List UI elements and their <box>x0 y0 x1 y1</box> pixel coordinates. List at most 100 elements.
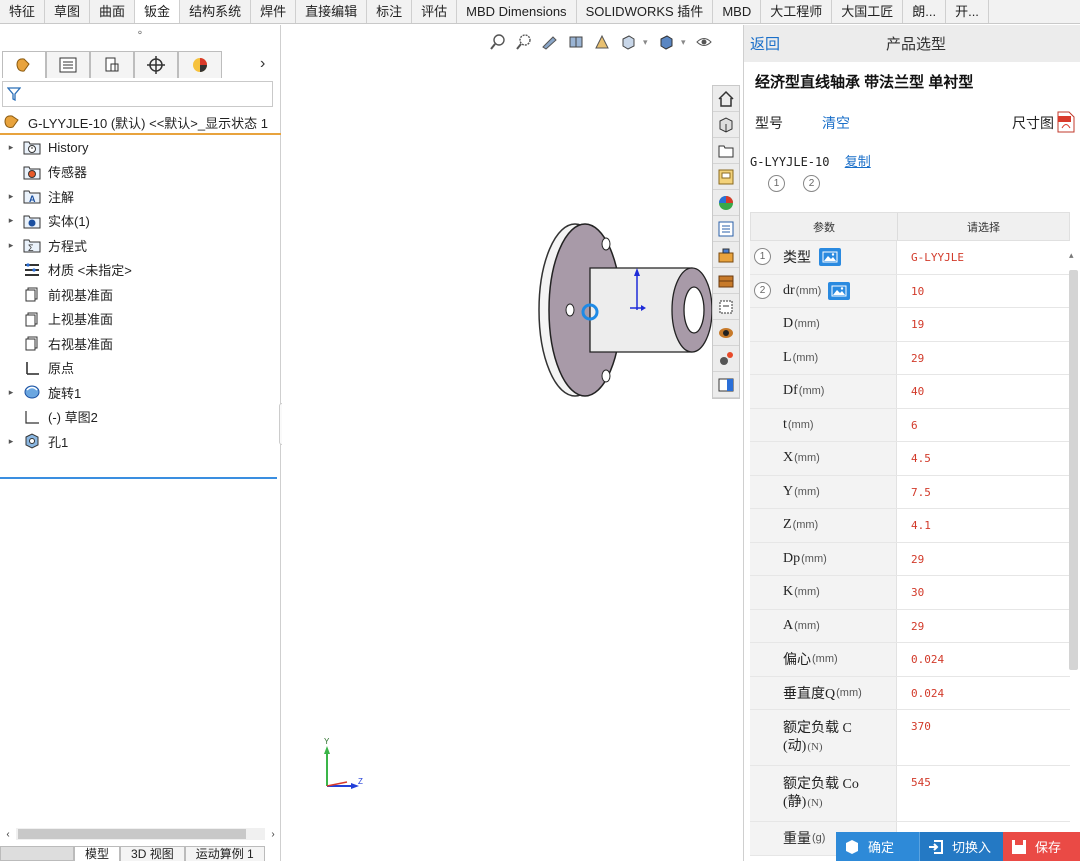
tab-5[interactable]: 焊件 <box>251 0 297 23</box>
previous-view-icon[interactable] <box>539 32 561 52</box>
step-indicator[interactable]: 1 <box>768 175 785 192</box>
tree-item[interactable]: ▸ History <box>0 135 281 160</box>
param-value[interactable]: 4.1 <box>897 509 1070 542</box>
parameter-row[interactable]: 2 dr (mm) 10 <box>750 274 1070 308</box>
feature-manager-tab[interactable] <box>2 51 46 78</box>
scroll-thumb[interactable] <box>18 829 246 839</box>
tab-scroll-nav[interactable] <box>0 846 74 861</box>
tab-14[interactable]: 朗... <box>903 0 947 23</box>
param-value[interactable]: 0.024 <box>897 643 1070 676</box>
tree-item[interactable]: 材质 <未指定> <box>0 258 281 283</box>
image-icon[interactable] <box>828 281 851 300</box>
tree-item[interactable]: ▸ 孔1 <box>0 429 281 454</box>
param-value[interactable]: 545 <box>897 766 1070 821</box>
parameter-row[interactable]: Dp (mm) 29 <box>750 542 1070 576</box>
parameter-row[interactable]: Y (mm) 7.5 <box>750 475 1070 509</box>
scroll-left-icon[interactable]: ‹ <box>0 829 16 840</box>
tab-7[interactable]: 标注 <box>367 0 413 23</box>
eye-icon[interactable] <box>713 320 739 346</box>
custom-properties-icon[interactable] <box>713 216 739 242</box>
chevron-right-icon[interactable]: › <box>260 55 265 73</box>
param-value[interactable]: 370 <box>897 710 1070 765</box>
parameter-row[interactable]: 1 类型 G-LYYJLE <box>750 241 1070 275</box>
parameter-row[interactable]: X (mm) 4.5 <box>750 442 1070 476</box>
home-icon[interactable] <box>713 86 739 112</box>
dynamic-annotation-icon[interactable] <box>591 32 613 52</box>
expand-arrow-icon[interactable]: ▸ <box>0 387 22 398</box>
clear-link[interactable]: 清空 <box>822 113 850 133</box>
expand-arrow-icon[interactable]: ▸ <box>0 215 22 226</box>
tab-4[interactable]: 结构系统 <box>180 0 252 23</box>
zoom-area-icon[interactable] <box>513 32 535 52</box>
folder-icon[interactable] <box>713 138 739 164</box>
parameter-row[interactable]: t (mm) 6 <box>750 408 1070 442</box>
expand-arrow-icon[interactable]: ▸ <box>0 142 22 153</box>
expand-arrow-icon[interactable]: ▸ <box>0 436 22 447</box>
param-value[interactable]: 30 <box>897 576 1070 609</box>
tree-item[interactable]: ▸ 实体(1) <box>0 209 281 234</box>
vertical-scrollbar[interactable]: ▴ <box>1069 250 1079 850</box>
param-value[interactable]: 40 <box>897 375 1070 408</box>
save-button[interactable]: 保存 <box>1003 832 1080 861</box>
plugin-gear-icon[interactable] <box>713 346 739 372</box>
chevron-down-icon[interactable]: ▾ <box>681 37 689 48</box>
param-value[interactable]: 19 <box>897 308 1070 341</box>
param-value[interactable]: 29 <box>897 610 1070 643</box>
dimxpert-manager-tab[interactable] <box>134 51 178 78</box>
toolbox-icon[interactable] <box>713 242 739 268</box>
horizontal-scrollbar[interactable]: ‹ › <box>0 825 281 843</box>
scroll-up-icon[interactable]: ▴ <box>1069 250 1074 261</box>
property-manager-tab[interactable] <box>46 51 90 78</box>
graphics-area[interactable]: ▾ ▾ Y Z <box>282 25 742 861</box>
tree-item[interactable]: ▸ A 注解 <box>0 184 281 209</box>
tree-item[interactable]: 前视基准面 <box>0 282 281 307</box>
copy-link[interactable]: 复制 <box>845 154 871 169</box>
parameter-row[interactable]: L (mm) 29 <box>750 341 1070 375</box>
library-drawer-icon[interactable] <box>713 268 739 294</box>
flange-bushing-model[interactable] <box>532 220 712 400</box>
rollback-bar[interactable] <box>0 477 277 479</box>
appearances-icon[interactable] <box>713 190 739 216</box>
param-value[interactable]: 29 <box>897 342 1070 375</box>
tree-item[interactable]: 右视基准面 <box>0 331 281 356</box>
bottom-tab-2[interactable]: 运动算例 1 <box>184 846 265 861</box>
view-orientation-icon[interactable] <box>617 32 639 52</box>
parameter-row[interactable]: Z (mm) 4.1 <box>750 509 1070 543</box>
tree-item[interactable]: 原点 <box>0 356 281 381</box>
tab-1[interactable]: 草图 <box>45 0 91 23</box>
resources-cube-icon[interactable] <box>713 112 739 138</box>
tab-0[interactable]: 特征 <box>0 0 46 23</box>
zoom-to-fit-icon[interactable] <box>487 32 509 52</box>
param-value[interactable]: G-LYYJLE <box>897 241 1070 274</box>
tab-8[interactable]: 评估 <box>412 0 458 23</box>
tab-10[interactable]: SOLIDWORKS 插件 <box>577 0 714 23</box>
tree-item[interactable]: (-) 草图2 <box>0 405 281 430</box>
pdf-icon[interactable] <box>1056 111 1076 136</box>
param-value[interactable]: 4.5 <box>897 442 1070 475</box>
part-root-node[interactable]: G-LYYJLE-10 (默认) <<默认>_显示状态 1 <box>0 111 281 135</box>
panel-toggle-icon[interactable] <box>713 372 739 398</box>
param-value[interactable]: 29 <box>897 543 1070 576</box>
hide-show-icon[interactable] <box>693 32 715 52</box>
bottom-tab-1[interactable]: 3D 视图 <box>120 846 185 861</box>
view-palette-icon[interactable] <box>713 164 739 190</box>
param-value[interactable]: 0.024 <box>897 677 1070 710</box>
confirm-button[interactable]: 确定 <box>836 832 919 861</box>
parameter-row[interactable]: 垂直度Q (mm) 0.024 <box>750 676 1070 710</box>
param-value[interactable]: 10 <box>897 275 1070 308</box>
parameter-row[interactable]: A (mm) 29 <box>750 609 1070 643</box>
tree-item[interactable]: ▸ 旋转1 <box>0 380 281 405</box>
section-view-icon[interactable] <box>565 32 587 52</box>
tab-15[interactable]: 开... <box>946 0 989 23</box>
tree-item[interactable]: 传感器 <box>0 160 281 185</box>
chevron-down-icon[interactable]: ▾ <box>643 37 651 48</box>
tab-9[interactable]: MBD Dimensions <box>457 0 577 23</box>
display-style-icon[interactable] <box>655 32 677 52</box>
tab-12[interactable]: 大工程师 <box>761 0 833 23</box>
tab-6[interactable]: 直接编辑 <box>296 0 368 23</box>
display-manager-tab[interactable] <box>178 51 222 78</box>
bottom-tab-0[interactable]: 模型 <box>74 846 121 861</box>
tab-2[interactable]: 曲面 <box>90 0 136 23</box>
step-indicator[interactable]: 2 <box>803 175 820 192</box>
parameter-row[interactable]: K (mm) 30 <box>750 576 1070 610</box>
